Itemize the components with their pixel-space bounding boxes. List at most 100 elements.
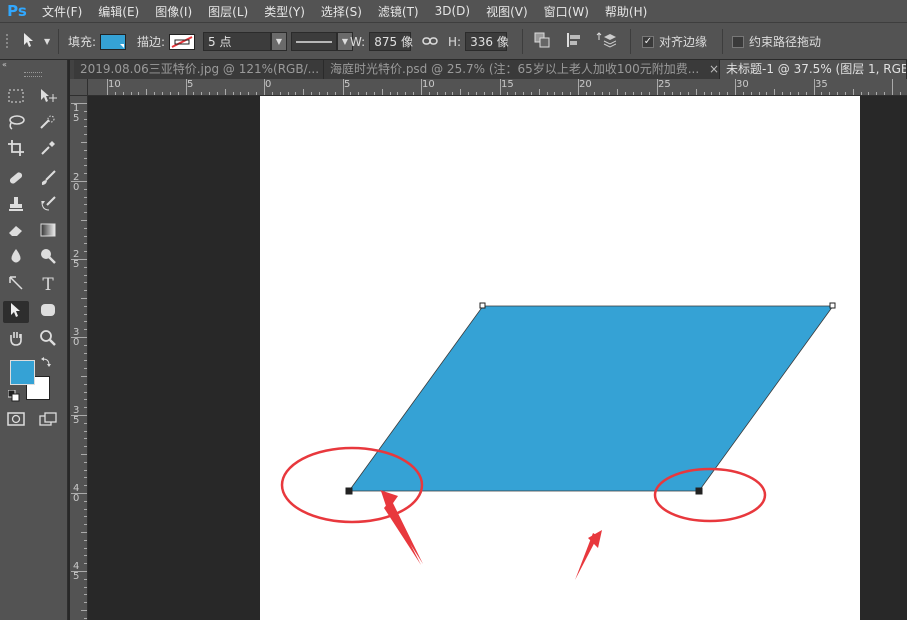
stroke-color-swatch[interactable] bbox=[169, 33, 196, 50]
ruler-tick bbox=[71, 181, 87, 182]
screen-mode-tool[interactable] bbox=[35, 410, 61, 432]
shape-tool[interactable] bbox=[35, 301, 61, 323]
align-edges-checkbox[interactable]: ✓ bbox=[642, 35, 654, 48]
tab-doc-2[interactable]: 海庭时光特价.psd @ 25.7% (注：65岁以上老人加收100元附加费..… bbox=[324, 60, 720, 79]
horizontal-ruler[interactable]: 10 5 0 5 10 15 20 25 30 35 bbox=[88, 79, 907, 96]
ruler-tick bbox=[138, 92, 140, 95]
close-icon[interactable]: × bbox=[709, 62, 719, 76]
menu-3d[interactable]: 3D(D) bbox=[427, 4, 478, 18]
swap-colors-icon[interactable] bbox=[41, 356, 53, 371]
ruler-origin[interactable] bbox=[70, 79, 88, 96]
stroke-type-dropdown[interactable]: ▼ bbox=[291, 23, 353, 60]
watermark-brand-cn: 经验 bbox=[807, 556, 855, 584]
ruler-tick bbox=[84, 586, 87, 588]
stroke-width-dropdown[interactable]: ▼ bbox=[271, 32, 287, 51]
ruler-tick bbox=[130, 92, 132, 95]
anchor-point[interactable] bbox=[695, 487, 703, 495]
fill-color-swatch[interactable] bbox=[100, 33, 127, 50]
menu-edit[interactable]: 编辑(E) bbox=[90, 3, 147, 20]
stroke-width-field[interactable]: 5 点 bbox=[203, 32, 271, 51]
screen-mode-icon bbox=[39, 412, 57, 430]
ruler-tick bbox=[899, 92, 901, 95]
stroke-width-control[interactable]: 5 点 ▼ bbox=[203, 23, 287, 60]
pen-tool[interactable] bbox=[3, 274, 29, 296]
menu-help[interactable]: 帮助(H) bbox=[597, 3, 655, 20]
tools-panel-grip[interactable] bbox=[24, 72, 42, 77]
menu-filter[interactable]: 滤镜(T) bbox=[370, 3, 427, 20]
options-grip bbox=[6, 23, 10, 60]
ruler-tick bbox=[625, 92, 627, 95]
dodge-tool[interactable] bbox=[35, 247, 61, 269]
anchor-point[interactable] bbox=[479, 302, 486, 309]
ruler-tick bbox=[711, 92, 713, 95]
path-operations-button[interactable] bbox=[534, 23, 550, 60]
quick-mask-tool[interactable] bbox=[3, 410, 29, 432]
path-alignment-button[interactable] bbox=[566, 23, 582, 60]
width-field[interactable]: 875 像 bbox=[369, 32, 413, 51]
history-brush-tool[interactable] bbox=[35, 195, 61, 217]
move-tool[interactable] bbox=[35, 87, 61, 109]
vertical-ruler[interactable]: 1 5 2 0 2 5 3 0 3 5 4 0 4 5 bbox=[70, 96, 88, 620]
ruler-tick bbox=[84, 157, 87, 159]
ruler-tick bbox=[81, 142, 87, 143]
canvas-area[interactable]: Bai 经验 jingyan.baidu.com bbox=[88, 96, 907, 620]
menu-layer[interactable]: 图层(L) bbox=[200, 3, 256, 20]
menu-select[interactable]: 选择(S) bbox=[313, 3, 370, 20]
crop-tool-icon bbox=[8, 140, 24, 160]
ruler-tick bbox=[546, 92, 548, 95]
align-edges-label: 对齐边缘 bbox=[659, 35, 708, 49]
hand-tool[interactable] bbox=[3, 329, 29, 351]
ruler-tick bbox=[248, 92, 250, 95]
ruler-tick bbox=[84, 407, 87, 409]
link-icon bbox=[422, 35, 438, 49]
ruler-tick bbox=[444, 92, 446, 95]
marquee-tool[interactable] bbox=[3, 87, 29, 109]
clone-stamp-tool[interactable] bbox=[3, 195, 29, 217]
lasso-tool[interactable] bbox=[3, 113, 29, 135]
quick-select-tool[interactable] bbox=[35, 113, 61, 135]
tools-panel-collapse[interactable]: « bbox=[2, 60, 7, 69]
crop-tool[interactable] bbox=[3, 139, 29, 161]
constrain-path-option[interactable]: 约束路径拖动 bbox=[732, 23, 821, 60]
path-selection-tool[interactable] bbox=[3, 301, 29, 323]
history-brush-icon bbox=[40, 196, 56, 216]
tab-doc-3[interactable]: 未标题-1 @ 37.5% (图层 1, RGB/... × bbox=[720, 60, 907, 79]
type-tool[interactable]: T bbox=[35, 274, 61, 296]
blur-tool[interactable] bbox=[3, 247, 29, 269]
link-wh-button[interactable] bbox=[422, 23, 438, 60]
menu-image[interactable]: 图像(I) bbox=[147, 3, 200, 20]
ruler-tick bbox=[256, 92, 258, 95]
ruler-label: 25 bbox=[658, 79, 671, 90]
zoom-tool[interactable] bbox=[35, 329, 61, 351]
tool-preset-picker[interactable]: ▼ bbox=[22, 23, 50, 60]
ruler-label: 0 bbox=[265, 79, 272, 90]
foreground-color-swatch[interactable] bbox=[10, 360, 35, 385]
quick-mask-icon bbox=[7, 412, 25, 430]
ruler-label: 1 5 bbox=[73, 103, 80, 124]
ruler-tick bbox=[311, 92, 313, 95]
default-colors-icon[interactable] bbox=[7, 389, 20, 405]
eyedropper-tool[interactable] bbox=[35, 139, 61, 161]
align-edges-option[interactable]: ✓ 对齐边缘 bbox=[642, 23, 707, 60]
ruler-tick bbox=[84, 477, 87, 479]
constrain-path-checkbox[interactable] bbox=[732, 35, 744, 48]
healing-brush-tool[interactable] bbox=[3, 169, 29, 191]
parallelogram-shape[interactable] bbox=[348, 305, 834, 492]
brush-tool[interactable] bbox=[35, 169, 61, 191]
menu-view[interactable]: 视图(V) bbox=[478, 3, 536, 20]
menu-file[interactable]: 文件(F) bbox=[34, 3, 90, 20]
ruler-tick bbox=[84, 352, 87, 354]
ruler-tick bbox=[84, 321, 87, 323]
height-field[interactable]: 336 像 bbox=[465, 32, 509, 51]
tab-doc-1[interactable]: 2019.08.06三亚特价.jpg @ 121%(RGB/... × bbox=[74, 60, 324, 79]
anchor-point[interactable] bbox=[829, 302, 836, 309]
ruler-tick bbox=[460, 89, 462, 95]
menu-window[interactable]: 窗口(W) bbox=[536, 3, 597, 20]
gradient-tool[interactable] bbox=[35, 221, 61, 243]
highlight-circle bbox=[653, 467, 767, 523]
path-arrangement-button[interactable] bbox=[596, 23, 617, 60]
menu-type[interactable]: 类型(Y) bbox=[256, 3, 313, 20]
anchor-point[interactable] bbox=[345, 487, 353, 495]
ruler-tick bbox=[303, 89, 305, 95]
eraser-tool[interactable] bbox=[3, 221, 29, 243]
